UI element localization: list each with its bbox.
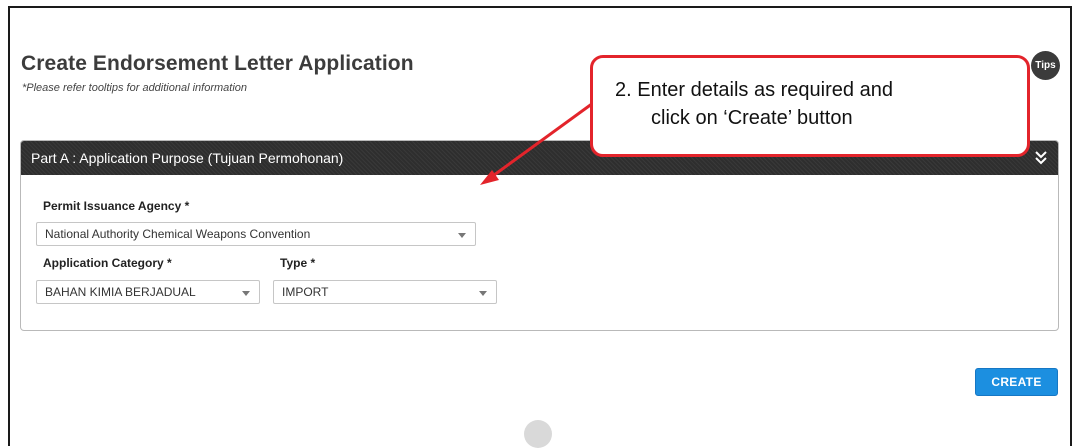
callout-line-1: 2. Enter details as required and: [615, 79, 893, 101]
callout-line-2: click on ‘Create’ button: [651, 107, 853, 129]
instruction-callout: 2. Enter details as required and click o…: [590, 55, 1030, 157]
